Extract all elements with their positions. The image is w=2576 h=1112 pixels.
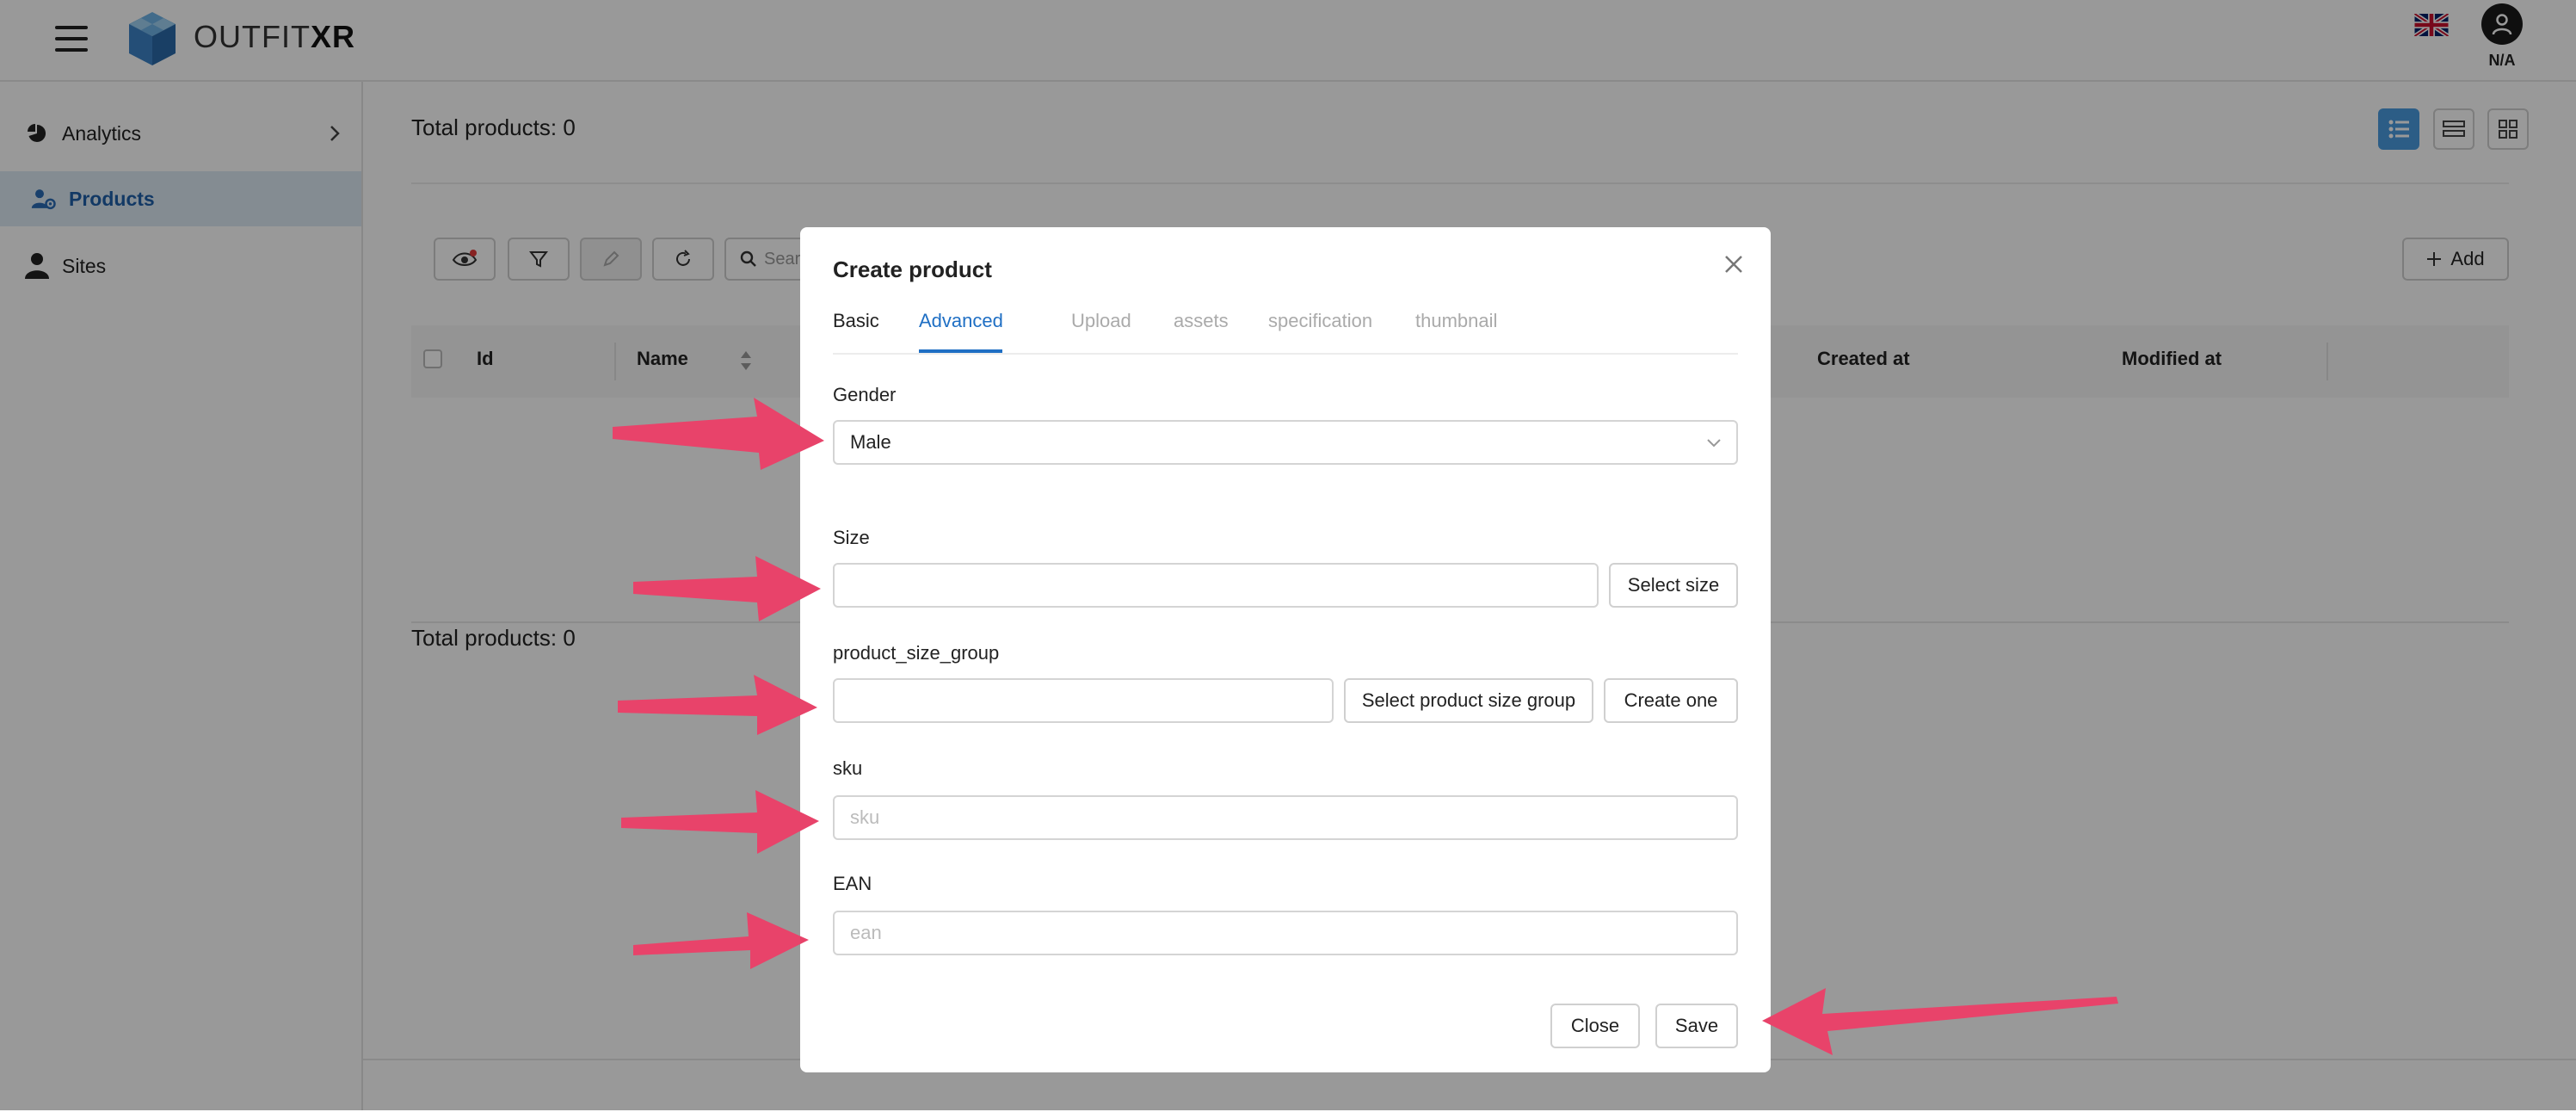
arrow-to-sku [621, 790, 819, 854]
arrow-to-save [1762, 988, 2118, 1055]
arrow-to-ean [633, 912, 809, 969]
arrow-to-size-group [618, 675, 817, 735]
annotation-arrows [613, 398, 2118, 1055]
arrow-to-gender [613, 398, 824, 470]
arrow-to-size [633, 556, 821, 621]
